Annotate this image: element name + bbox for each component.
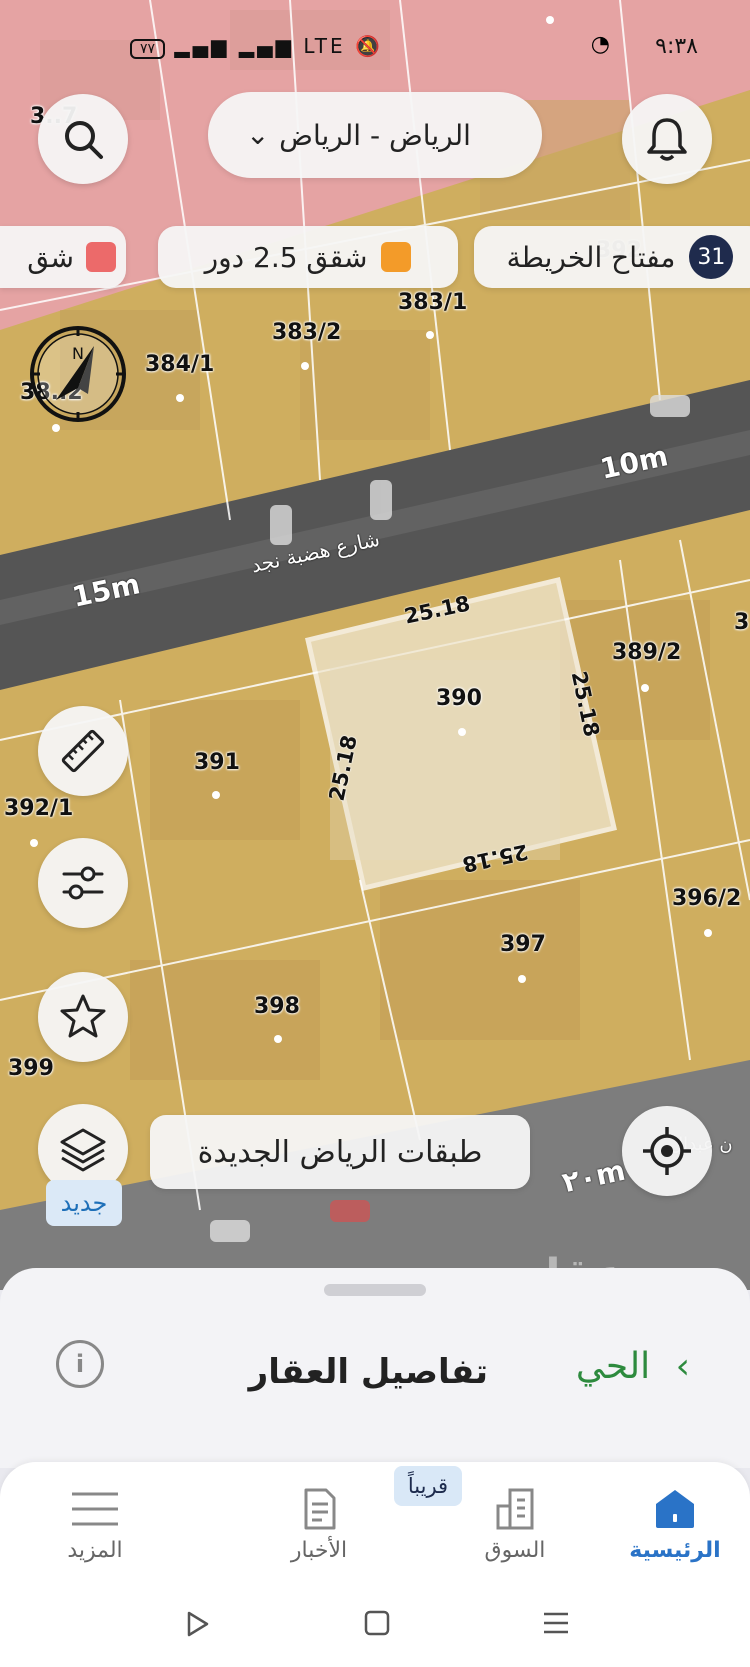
plot-label-384-1[interactable]: 384/1 <box>145 352 214 377</box>
new-badge: جديد <box>46 1180 122 1226</box>
network-type: LTE <box>303 34 346 58</box>
measure-button[interactable] <box>38 706 128 796</box>
crosshair-icon <box>643 1127 691 1175</box>
filters-button[interactable] <box>38 838 128 928</box>
riyadh-layers-label: طبقات الرياض الجديدة <box>197 1134 483 1170</box>
battery-icon: ٧٧ <box>130 39 166 59</box>
layers-icon <box>60 1128 106 1172</box>
plot-label-391[interactable]: 391 <box>194 750 240 775</box>
map-key-count-badge: 31 <box>689 235 734 279</box>
sheet-drag-handle[interactable] <box>324 1284 426 1296</box>
locate-me-button[interactable] <box>622 1106 712 1196</box>
whatsapp-icon: ◔ <box>590 32 610 57</box>
info-icon: i <box>75 1350 85 1378</box>
map-key-button[interactable]: مفتاح الخريطة 31 <box>474 226 750 288</box>
nav-label-news: الأخبار <box>290 1538 348 1563</box>
compass-button[interactable]: N <box>28 324 128 424</box>
map-view[interactable]: 383/1 383/2 384/1 389/2 390 391 392/1 39… <box>0 0 750 1290</box>
bottom-navigation: الرئيسية السوق الأخبار المزيد <box>0 1462 750 1592</box>
legend-chip-apartments[interactable]: شقق 2.5 دور <box>158 226 458 288</box>
sliders-icon <box>62 866 104 900</box>
plot-label-partial-right: 3 <box>734 610 750 635</box>
mute-icon: 🔕 <box>355 34 383 58</box>
star-icon <box>60 994 106 1038</box>
home-icon <box>652 1486 698 1536</box>
legend-chip-partial-label: شق <box>27 240 74 274</box>
menu-icon <box>70 1486 120 1536</box>
legend-chip-apartments-label: شقق 2.5 دور <box>204 240 368 274</box>
ruler-icon <box>61 729 105 773</box>
plot-label-383-1[interactable]: 383/1 <box>398 290 467 315</box>
chevron-left-icon: ‹ <box>675 1346 690 1387</box>
chevron-down-icon: ⌄ <box>246 118 270 151</box>
nav-label-market: السوق <box>484 1538 546 1563</box>
district-link-label: الحي <box>575 1346 651 1387</box>
legend-swatch-orange <box>381 242 412 272</box>
plot-label-383-2[interactable]: 383/2 <box>272 320 341 345</box>
info-button[interactable]: i <box>56 1340 104 1388</box>
status-bar: ٧٧ ▂▄▆ ▂▄▆ LTE 🔕 ◔ ٩:٣٨ <box>0 30 750 70</box>
building-icon <box>492 1486 538 1536</box>
system-navigation-bar <box>0 1592 750 1667</box>
notifications-button[interactable] <box>622 94 712 184</box>
coming-soon-badge: قريباً <box>394 1466 462 1506</box>
favorites-button[interactable] <box>38 972 128 1062</box>
plot-label-398[interactable]: 398 <box>254 994 300 1019</box>
search-icon <box>65 121 103 159</box>
district-link[interactable]: الحي ‹ <box>576 1346 690 1387</box>
back-icon[interactable] <box>186 1610 210 1642</box>
compass-icon: N <box>30 326 126 422</box>
city-selector[interactable]: ⌄ الرياض - الرياض <box>208 92 542 178</box>
plot-label-390[interactable]: 390 <box>436 686 482 711</box>
plot-label-396-2[interactable]: 396/2 <box>672 886 741 911</box>
nav-item-home[interactable]: الرئيسية <box>600 1462 750 1592</box>
news-icon <box>296 1486 342 1536</box>
plot-label-392-1[interactable]: 392/1 <box>4 796 73 821</box>
compass-north-letter: N <box>72 344 84 363</box>
nav-item-market[interactable]: السوق <box>440 1462 590 1592</box>
status-time: ٩:٣٨ <box>655 34 698 59</box>
status-icons: ٧٧ ▂▄▆ ▂▄▆ LTE 🔕 <box>130 34 383 59</box>
app-root: 383/1 383/2 384/1 389/2 390 391 392/1 39… <box>0 0 750 1667</box>
property-details-title: تفاصيل العقار <box>248 1352 488 1392</box>
legend-swatch-red <box>86 242 116 272</box>
nav-label-home: الرئيسية <box>629 1538 721 1563</box>
riyadh-layers-button[interactable]: طبقات الرياض الجديدة <box>150 1115 530 1189</box>
plot-label-389-2[interactable]: 389/2 <box>612 640 681 665</box>
nav-item-more[interactable]: المزيد <box>20 1462 170 1592</box>
nav-label-more: المزيد <box>67 1538 123 1563</box>
plot-label-399[interactable]: 399 <box>8 1056 54 1081</box>
legend-chip-partial[interactable]: شق <box>0 226 126 288</box>
search-button[interactable] <box>38 94 128 184</box>
plot-label-397[interactable]: 397 <box>500 932 546 957</box>
recent-apps-icon[interactable] <box>542 1610 570 1640</box>
bell-icon <box>647 118 687 161</box>
nav-item-news[interactable]: الأخبار <box>244 1462 394 1592</box>
property-details-sheet[interactable]: i تفاصيل العقار الحي ‹ <box>0 1268 750 1468</box>
home-square-icon[interactable] <box>364 1610 390 1640</box>
map-key-label: مفتاح الخريطة <box>506 240 676 274</box>
city-selector-label: الرياض - الرياض <box>279 118 471 152</box>
signal-icon: ▂▄▆ ▂▄▆ <box>174 34 295 58</box>
